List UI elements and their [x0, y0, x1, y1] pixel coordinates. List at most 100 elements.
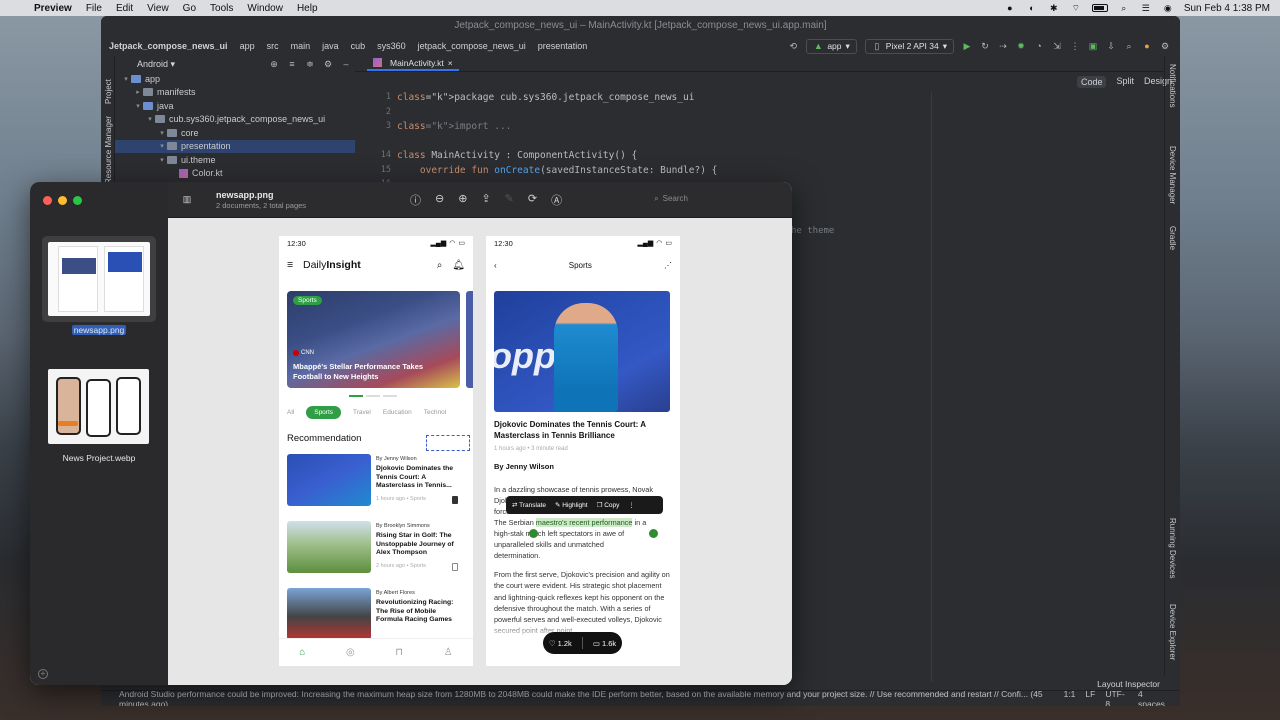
- breadcrumb-item[interactable]: src: [267, 41, 279, 51]
- menu-go[interactable]: Go: [183, 3, 196, 14]
- vcs-icon[interactable]: ⟲: [788, 41, 798, 51]
- markup-icon[interactable]: ✎: [505, 192, 514, 208]
- tree-item[interactable]: ▾ core: [115, 126, 355, 140]
- settings-icon[interactable]: ⚙: [1160, 41, 1170, 51]
- menu-icon[interactable]: ≡: [287, 259, 297, 271]
- bluetooth-icon[interactable]: ✱: [1048, 3, 1060, 13]
- zoom-window-button[interactable]: [73, 196, 82, 205]
- menu-help[interactable]: Help: [297, 3, 318, 14]
- home-icon[interactable]: ⌂: [299, 647, 305, 658]
- device-manager-icon[interactable]: ▣: [1088, 41, 1098, 51]
- highlight-button[interactable]: ✎ Highlight: [555, 501, 588, 509]
- breadcrumb-item[interactable]: jetpack_compose_news_ui: [418, 41, 526, 51]
- search-icon[interactable]: ⌕: [437, 260, 443, 271]
- resource-manager-tab[interactable]: Resource Manager: [104, 116, 113, 184]
- apple-menu-icon[interactable]: [12, 2, 24, 14]
- like-button[interactable]: ♡ 1.2k: [549, 639, 572, 648]
- chevron-icon[interactable]: ▾: [157, 142, 167, 150]
- chevron-icon[interactable]: ▾: [157, 129, 167, 137]
- device-manager-tab[interactable]: Device Manager: [1168, 146, 1177, 204]
- layout-inspector-button[interactable]: Layout Inspector: [1097, 679, 1160, 689]
- hero-card[interactable]: Sports CNN Mbappé's Stellar Performance …: [287, 291, 460, 388]
- info-icon[interactable]: ⓘ: [410, 192, 421, 208]
- chevron-icon[interactable]: ▾: [121, 75, 131, 83]
- editor-tab[interactable]: MainActivity.kt ×: [367, 57, 459, 71]
- category-travel[interactable]: Travel: [353, 409, 371, 416]
- record-icon[interactable]: ●: [1004, 3, 1016, 13]
- tree-item[interactable]: ▾ app: [115, 72, 355, 86]
- breadcrumb-item[interactable]: java: [322, 41, 339, 51]
- menu-window[interactable]: Window: [247, 3, 283, 14]
- category-education[interactable]: Education: [383, 409, 412, 416]
- annotate-icon[interactable]: Ⓐ: [551, 192, 562, 208]
- bookmark-icon[interactable]: [452, 496, 458, 504]
- search-field[interactable]: ⌕ Search: [654, 194, 688, 204]
- menu-tools[interactable]: Tools: [210, 3, 233, 14]
- category-technology[interactable]: Technol: [424, 409, 446, 416]
- comment-button[interactable]: ▭ 1.6k: [593, 639, 616, 648]
- profile-icon[interactable]: ♙: [444, 647, 453, 658]
- close-icon[interactable]: ×: [448, 58, 453, 68]
- breadcrumb-item[interactable]: presentation: [538, 41, 588, 51]
- thumbnail-newsapp[interactable]: [42, 236, 156, 322]
- debug-icon[interactable]: ✹: [1016, 41, 1026, 51]
- hide-icon[interactable]: –: [341, 59, 351, 69]
- selection-start-handle[interactable]: [529, 529, 538, 538]
- tree-item[interactable]: Color.kt: [115, 167, 355, 181]
- minimize-window-button[interactable]: [58, 196, 67, 205]
- tree-item[interactable]: ▾ presentation: [115, 139, 355, 153]
- chevron-icon[interactable]: ▾: [157, 156, 167, 164]
- control-center-icon[interactable]: ☰: [1140, 3, 1152, 13]
- wifi-icon[interactable]: ⌔: [1070, 3, 1082, 13]
- code-editor[interactable]: class="k">package cub.sys360.jetpack_com…: [397, 92, 717, 179]
- explore-icon[interactable]: ◎: [346, 647, 355, 658]
- breadcrumb-item[interactable]: cub: [351, 41, 366, 51]
- user-icon[interactable]: ◉: [1162, 3, 1174, 13]
- search-icon[interactable]: ⌕: [1118, 3, 1130, 13]
- more-icon[interactable]: ⋮: [628, 501, 635, 509]
- article-card[interactable]: By Brooklyn Simmons Rising Star in Golf:…: [287, 521, 462, 577]
- profile-icon[interactable]: ◔: [1034, 41, 1044, 51]
- tree-item[interactable]: ▾ java: [115, 99, 355, 113]
- search-everywhere-icon[interactable]: ⌕: [1124, 41, 1134, 51]
- expand-all-icon[interactable]: ≡: [287, 59, 297, 69]
- indent[interactable]: 4 spaces: [1138, 689, 1170, 707]
- line-ending[interactable]: LF: [1085, 689, 1095, 707]
- apply-changes-icon[interactable]: ↻: [980, 41, 990, 51]
- translate-button[interactable]: ⇄ Translate: [512, 501, 546, 509]
- chevron-icon[interactable]: ▸: [133, 88, 143, 96]
- tree-item[interactable]: ▾ cub.sys360.jetpack_compose_news_ui: [115, 113, 355, 127]
- breadcrumb-item[interactable]: sys360: [377, 41, 406, 51]
- sidebar-toggle-icon[interactable]: ▥: [182, 194, 192, 204]
- run-config-select[interactable]: ▲ app ▾: [806, 38, 857, 54]
- project-view-select[interactable]: Android ▾: [137, 59, 175, 70]
- article-card[interactable]: By Jenny Wilson Djokovic Dominates the T…: [287, 454, 462, 510]
- category-sports[interactable]: Sports: [306, 406, 342, 419]
- breadcrumb-item[interactable]: app: [240, 41, 255, 51]
- status-message[interactable]: Android Studio performance could be impr…: [119, 689, 1064, 707]
- collapse-all-icon[interactable]: ≑: [305, 59, 315, 69]
- device-explorer-tab[interactable]: Device Explorer: [1168, 604, 1177, 660]
- menubar-clock[interactable]: Sun Feb 4 1:38 PM: [1184, 3, 1270, 14]
- bell-icon[interactable]: 🔔︎: [452, 260, 465, 271]
- next-hero-card[interactable]: [466, 291, 473, 388]
- bookmark-icon[interactable]: [452, 563, 458, 571]
- zoom-out-icon[interactable]: ⊖: [435, 192, 444, 208]
- menu-file[interactable]: File: [86, 3, 102, 14]
- more-icon[interactable]: ⋮: [1070, 41, 1080, 51]
- cursor-position[interactable]: 1:1: [1064, 689, 1076, 707]
- code-mode-button[interactable]: Code: [1076, 76, 1107, 88]
- bookmarks-icon[interactable]: ⊓: [395, 647, 403, 658]
- split-mode-button[interactable]: Split: [1116, 76, 1134, 88]
- article-card[interactable]: By Albert Flores Revolutionizing Racing:…: [287, 588, 462, 644]
- sync-icon[interactable]: ◐: [1026, 3, 1038, 13]
- zoom-in-icon[interactable]: ⊕: [458, 192, 467, 208]
- copy-button[interactable]: ❐ Copy: [597, 501, 620, 509]
- menu-app[interactable]: Preview: [34, 3, 72, 14]
- device-select[interactable]: ▯ Pixel 2 API 34 ▾: [864, 38, 954, 54]
- options-icon[interactable]: ⚙: [323, 59, 333, 69]
- tree-item[interactable]: ▾ ui.theme: [115, 153, 355, 167]
- sdk-icon[interactable]: ⇩: [1106, 41, 1116, 51]
- chevron-icon[interactable]: ▾: [145, 115, 155, 123]
- close-window-button[interactable]: [43, 196, 52, 205]
